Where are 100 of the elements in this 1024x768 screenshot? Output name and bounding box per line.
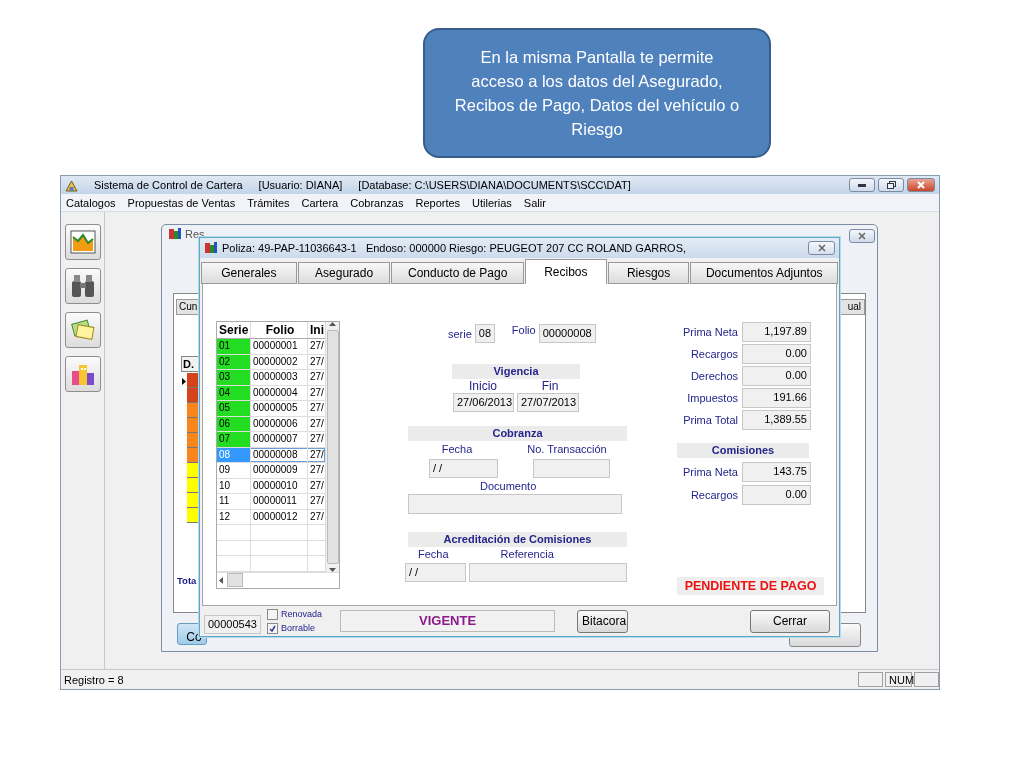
state-label: VIGENTE (340, 610, 556, 632)
table-cell[interactable]: 03 (217, 370, 251, 385)
table-cell: 00000006 (251, 416, 308, 431)
serie-field[interactable]: 08 (474, 324, 495, 343)
table-cell-text: 27/ (309, 370, 325, 384)
tab[interactable]: Conducto de Pago (391, 262, 524, 284)
scrollbar[interactable] (217, 571, 339, 588)
amount-field[interactable]: 1,197.89 (742, 322, 811, 342)
menu-item[interactable]: Cobranzas (350, 196, 404, 209)
menu-item[interactable]: Propuestas de Ventas (127, 196, 236, 209)
tab[interactable]: ual (839, 299, 865, 315)
table-cell-text: 27/ (309, 509, 325, 524)
window-title: Poliza: 49-PAP-11036643-1 Endoso: 000000 Riesgo: PEUGEOT 207 CC ROLAND GARROS, (222, 242, 687, 254)
close-icon (858, 232, 866, 240)
field-label: Impuestos (687, 392, 738, 404)
table-cell-text: 27/ (309, 416, 325, 431)
checkbox[interactable] (267, 622, 278, 634)
binoculars-icon (69, 273, 96, 299)
amount-field[interactable]: 0.00 (742, 366, 811, 386)
window-icon (204, 242, 218, 254)
checkmark-icon (269, 624, 276, 632)
menu-item[interactable]: Salir (523, 196, 546, 209)
document-field[interactable] (408, 494, 622, 514)
close-button[interactable] (808, 241, 835, 255)
section-header: Cobranza (408, 426, 627, 441)
field-label: Recargos (690, 489, 738, 501)
table-cell[interactable]: 10 (217, 478, 251, 493)
table-cell: 00000009 (251, 463, 308, 478)
tab[interactable]: Cun (176, 299, 200, 315)
amount-field[interactable]: 0.00 (742, 485, 811, 505)
toolbar-button[interactable] (64, 268, 101, 304)
date-field[interactable]: 27/07/2013 (517, 393, 579, 412)
folio-field[interactable]: 00000008 (538, 324, 596, 343)
table-cell[interactable]: 11 (217, 494, 251, 509)
date-field[interactable]: / / (405, 563, 466, 582)
menu-item[interactable]: Trámites (247, 196, 290, 209)
table-cell: 00000004 (251, 385, 308, 400)
amount-field[interactable]: 143.75 (742, 462, 811, 482)
toolbar-button[interactable] (64, 224, 101, 260)
column-header: Folio (251, 322, 308, 338)
status-label: PENDIENTE DE PAGO (677, 577, 824, 595)
toolbar-button[interactable] (64, 356, 101, 392)
table-cell[interactable]: 05 (217, 401, 251, 416)
table-cell-text: 27/ (309, 494, 325, 508)
close-icon (817, 244, 826, 252)
window-title: Sistema de Control de Cartera (94, 179, 243, 191)
close-button[interactable] (907, 178, 935, 192)
tab[interactable]: Documentos Adjuntos (690, 262, 838, 284)
row-pointer-icon (182, 378, 186, 385)
section-header: Acreditación de Comisiones (408, 532, 627, 547)
minimize-button[interactable] (849, 178, 875, 192)
amount-field[interactable]: 191.66 (742, 388, 811, 408)
table-cell[interactable]: 01 (217, 339, 251, 354)
field-label: Recargos (690, 348, 738, 360)
field-label: Fecha (418, 548, 449, 560)
window-title: [Database: C:\USERS\DIANA\DOCUMENTS\SCC\DAT] (358, 179, 631, 191)
table-cell-text: 27/ (309, 354, 325, 369)
status-pane (914, 672, 939, 687)
table-cell-text: 27/ (309, 478, 325, 493)
menu-item[interactable]: Cartera (301, 196, 339, 209)
bitacora-button[interactable]: Bitacora (577, 609, 629, 633)
arrow-left-icon (219, 576, 223, 584)
close-button[interactable]: Cerrar (750, 609, 830, 633)
table-cell-text: 27/ (309, 432, 325, 446)
date-field[interactable]: 27/06/2013 (453, 393, 514, 412)
table-cell-text: 27/ (309, 401, 325, 415)
checkbox[interactable] (267, 608, 278, 620)
scrollbar-thumb[interactable] (227, 573, 243, 588)
section-header: Vigencia (452, 364, 580, 379)
menu-item[interactable]: Catalogos (66, 196, 116, 209)
tab[interactable]: Asegurado (297, 262, 391, 284)
field-label: Derechos (690, 370, 738, 382)
number-field[interactable]: 00000543 (204, 614, 261, 634)
table-cell[interactable]: 07 (217, 432, 251, 447)
status-pane (858, 672, 883, 687)
close-button[interactable] (849, 229, 875, 243)
field-label: Folio (511, 324, 536, 336)
table-cell[interactable]: 12 (217, 509, 251, 524)
field-label: No. Transacción (526, 443, 608, 455)
menu-item[interactable]: Utilerias (472, 196, 512, 209)
tab[interactable]: Generales (201, 262, 297, 284)
field-label: Fecha (440, 443, 474, 455)
amount-field[interactable]: 1,389.55 (742, 410, 811, 430)
table-cell: 00000001 (251, 339, 308, 354)
field-label: Prima Total (683, 414, 738, 426)
callout-text: En la misma Pantalla te permite acceso a los datos del Asegurado, Recibos de Pago, Datos del vehículo o Riesgo (423, 28, 771, 158)
restore-button[interactable] (878, 178, 904, 192)
column-header: Serie (217, 322, 251, 338)
menu-item[interactable]: Reportes (415, 196, 461, 209)
amount-field[interactable]: 0.00 (742, 344, 811, 364)
section-header: Comisiones (677, 443, 809, 458)
table-cell: 00000012 (251, 509, 308, 524)
transaction-field[interactable] (533, 459, 610, 478)
table-cell[interactable]: 09 (217, 463, 251, 478)
checkbox-label: Borrable (281, 623, 316, 633)
reference-field[interactable] (469, 563, 627, 582)
tab[interactable]: Recibos (525, 259, 607, 284)
date-field[interactable]: / / (429, 459, 498, 478)
tab[interactable]: Riesgos (607, 262, 690, 284)
toolbar-button[interactable] (64, 312, 101, 348)
